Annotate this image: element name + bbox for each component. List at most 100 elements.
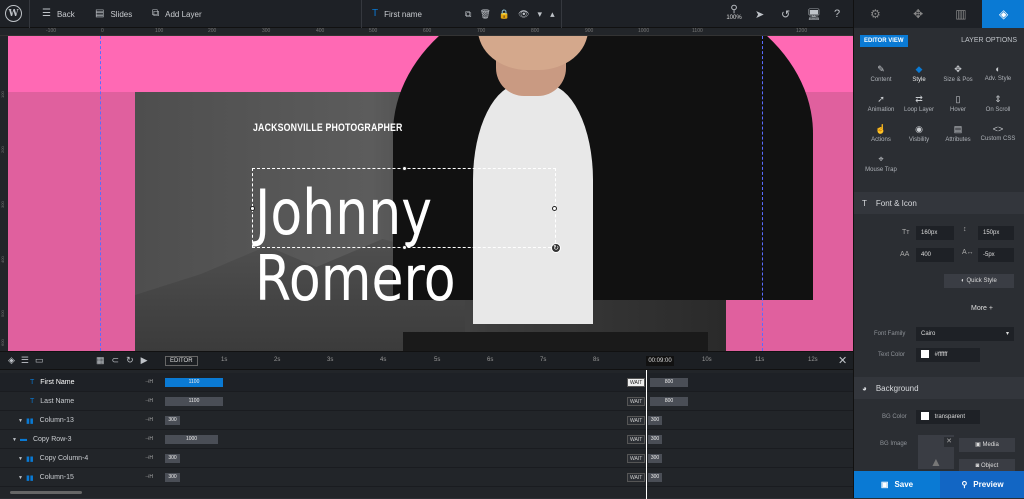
resize-handle[interactable]	[402, 245, 407, 250]
in-animation-bar[interactable]: 300	[165, 416, 180, 425]
selection-box[interactable]	[250, 166, 557, 250]
preview-button[interactable]: ⚲ Preview	[940, 471, 1024, 498]
timeline-playhead[interactable]	[646, 370, 647, 499]
wait-badge[interactable]: WAIT	[627, 416, 646, 425]
size-pos-option[interactable]: ✥ Size & Pos	[937, 64, 979, 83]
content-option[interactable]: ✎ Content	[860, 64, 902, 83]
timeline-row[interactable]: ▼ ▮▮ Column-15 ⊣H 300 WAIT 300	[0, 468, 853, 487]
timeline-row[interactable]: T Last Name ⊣H 1100 WAIT 800	[0, 392, 853, 411]
font-family-select[interactable]: Cairo ▾	[916, 327, 1014, 341]
timeline-row[interactable]: ▼ ▮▮ Column-13 ⊣H 300 WAIT 300	[0, 411, 853, 430]
folder-icon[interactable]: ▭	[35, 355, 44, 366]
wait-badge[interactable]: WAIT	[627, 435, 646, 444]
quick-style-button[interactable]: ◐ Quick Style	[944, 274, 1014, 288]
caret-down-icon[interactable]: ▼	[12, 437, 17, 443]
row-end-marker[interactable]: ⊣H	[145, 379, 153, 385]
pink-column-left[interactable]	[8, 92, 135, 351]
text-color-picker[interactable]: #ffffff	[916, 348, 980, 362]
row-end-marker[interactable]: ⊣H	[145, 436, 153, 442]
custom-css-option[interactable]: <> Custom CSS	[977, 124, 1019, 142]
timeline-row[interactable]: ▼ ▮▮ Copy Column-4 ⊣H 300 WAIT 300	[0, 449, 853, 468]
delete-icon[interactable]: 🗑	[479, 9, 490, 20]
save-button[interactable]: ▣ Save	[854, 471, 940, 498]
layers-icon[interactable]: ◈	[8, 355, 15, 366]
out-animation-bar[interactable]: 300	[648, 473, 662, 482]
layers-tab-icon[interactable]: ◈	[982, 0, 1024, 28]
style-option[interactable]: ◆ Style	[898, 64, 940, 83]
wait-badge[interactable]: WAIT	[627, 378, 646, 387]
in-animation-bar[interactable]: 1100	[165, 397, 223, 406]
slide-canvas[interactable]: JACKSONVILLE PHOTOGRAPHER Johnny Romero …	[8, 36, 853, 351]
navigation-tab-icon[interactable]: ✥	[897, 0, 940, 28]
wait-badge[interactable]: WAIT	[627, 454, 646, 463]
wait-badge[interactable]: WAIT	[627, 473, 646, 482]
play-icon[interactable]: ▶	[141, 355, 148, 366]
chevron-down-icon[interactable]: ▾	[538, 9, 543, 20]
hover-option[interactable]: ▯ Hover	[937, 94, 979, 113]
row-end-marker[interactable]: ⊣H	[145, 398, 153, 404]
close-icon[interactable]: ✕	[838, 354, 847, 367]
slides-button[interactable]: ▤ Slides	[95, 0, 132, 28]
remove-image-icon[interactable]: ✕	[944, 437, 954, 447]
font-weight-select[interactable]: 400	[916, 248, 954, 262]
resize-handle[interactable]	[402, 166, 407, 171]
in-animation-bar[interactable]: 1000	[165, 435, 218, 444]
photographer-subtitle[interactable]: JACKSONVILLE PHOTOGRAPHER	[253, 122, 403, 134]
timeline-row[interactable]: T First Name ⊣H 1100 WAIT 800	[0, 373, 853, 392]
desktop-icon[interactable]: 🖥	[807, 0, 821, 28]
lock-icon[interactable]: 🔒	[499, 9, 510, 20]
undo-icon[interactable]: ↺	[781, 0, 790, 28]
bg-color-picker[interactable]: transparent	[916, 410, 980, 424]
layer-name-selector[interactable]: T First name	[372, 0, 422, 28]
settings-tab-icon[interactable]: ⚙	[854, 0, 897, 28]
out-animation-bar[interactable]: 300	[648, 435, 662, 444]
caret-down-icon[interactable]: ▼	[18, 456, 23, 462]
caret-down-icon[interactable]: ▼	[18, 475, 23, 481]
mouse-trap-option[interactable]: ⌖ Mouse Trap	[860, 154, 902, 173]
media-button[interactable]: ▣ Media	[959, 438, 1015, 452]
font-icon-section-header[interactable]: T Font & Icon	[854, 192, 1024, 214]
out-animation-bar[interactable]: 300	[648, 416, 662, 425]
wordpress-logo-icon[interactable]: W	[5, 5, 22, 22]
layer-options-tab[interactable]: LAYER OPTIONS	[961, 35, 1017, 47]
cursor-icon[interactable]: ➤	[755, 0, 764, 28]
magnet-icon[interactable]: ⊂	[112, 355, 120, 366]
letter-spacing-input[interactable]: -5px	[978, 248, 1014, 262]
resize-handle[interactable]	[250, 206, 255, 211]
caret-down-icon[interactable]: ▼	[18, 418, 23, 424]
slides-tab-icon[interactable]: ▥	[940, 0, 983, 28]
help-icon[interactable]: ?	[834, 0, 840, 28]
zoom-control[interactable]: ⚲ 100%	[724, 4, 744, 21]
chevron-up-icon[interactable]: ▴	[550, 9, 555, 20]
grid-icon[interactable]: ▦	[96, 355, 105, 366]
current-time[interactable]: 00:09:00	[646, 356, 674, 366]
duplicate-icon[interactable]: ⧉	[465, 9, 471, 20]
row-end-marker[interactable]: ⊣H	[145, 474, 153, 480]
more-toggle[interactable]: More +	[971, 305, 993, 312]
actions-option[interactable]: ☝ Actions	[860, 124, 902, 143]
add-layer-button[interactable]: ⧉ Add Layer	[152, 0, 202, 28]
animation-option[interactable]: ➚ Animation	[860, 94, 902, 113]
refresh-icon[interactable]: ↻	[126, 355, 134, 366]
loop-layer-option[interactable]: ⇄ Loop Layer	[898, 94, 940, 113]
row-end-marker[interactable]: ⊣H	[145, 417, 153, 423]
wait-badge[interactable]: WAIT	[627, 397, 646, 406]
timeline-scrollbar[interactable]	[10, 491, 82, 494]
line-height-input[interactable]: 150px	[978, 226, 1014, 240]
resize-handle[interactable]	[552, 206, 557, 211]
out-animation-bar[interactable]: 800	[650, 397, 688, 406]
visibility-option[interactable]: ◉ Visbility	[898, 124, 940, 143]
background-section-header[interactable]: ◕ Background	[854, 377, 1024, 399]
in-animation-bar[interactable]: 300	[165, 454, 180, 463]
on-scroll-option[interactable]: ⇕ On Scroll	[977, 94, 1019, 113]
last-name-layer[interactable]: Romero	[255, 246, 456, 312]
out-animation-bar[interactable]: 800	[650, 378, 688, 387]
timeline-row[interactable]: ▼ ▬ Copy Row-3 ⊣H 1000 WAIT 300	[0, 430, 853, 449]
font-size-input[interactable]: 160px	[916, 226, 954, 240]
back-button[interactable]: ☰ Back	[42, 0, 75, 28]
list-icon[interactable]: ☰	[21, 355, 29, 366]
editor-tag[interactable]: EDITOR	[165, 356, 198, 366]
visibility-icon[interactable]: 👁	[518, 9, 529, 20]
attributes-option[interactable]: ▤ Attributes	[937, 124, 979, 143]
adv-style-option[interactable]: ◐ Adv. Style	[977, 64, 1019, 82]
